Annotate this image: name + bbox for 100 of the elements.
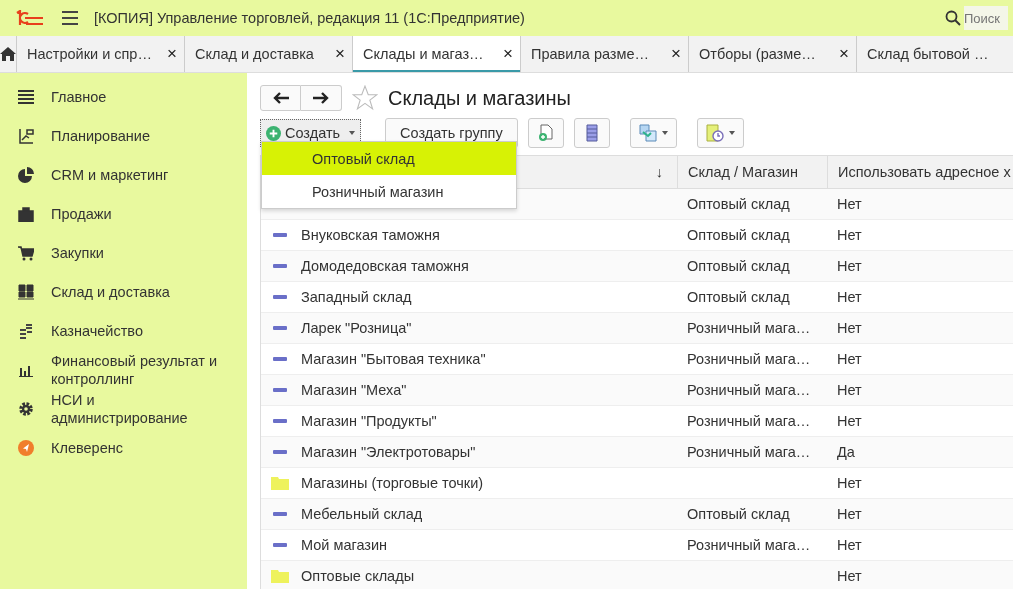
table-cell: Магазин "Электротовары"	[301, 444, 476, 460]
tab[interactable]: Отборы (разме… ×	[689, 36, 857, 72]
sidebar-item[interactable]: CRM и маркетинг	[0, 155, 247, 194]
table-cell: Магазин "Продукты"	[301, 413, 437, 429]
table-cell: Розничный мага…	[687, 537, 811, 553]
arrow-left-icon	[272, 92, 289, 104]
tab[interactable]: Настройки и спр… ×	[17, 36, 185, 72]
sidebar-item[interactable]: НСИ и администрирование	[0, 389, 247, 428]
sidebar-item[interactable]: Склад и доставка	[0, 272, 247, 311]
home-tab[interactable]	[0, 36, 17, 72]
item-icon	[271, 233, 289, 237]
caret-icon	[349, 131, 356, 135]
table-cell: Нет	[837, 413, 862, 429]
tab[interactable]: Правила разме… ×	[521, 36, 689, 72]
table-cell: Внуковская таможня	[301, 227, 440, 243]
grid-icon	[18, 283, 34, 300]
table-cell: Западный склад	[301, 289, 412, 305]
table-cell: Розничный мага…	[687, 413, 811, 429]
table-cell: Магазин "Бытовая техника"	[301, 351, 486, 367]
table-cell: Розничный мага…	[687, 320, 811, 336]
table-cell: Нет	[837, 227, 862, 243]
close-icon[interactable]: ×	[167, 44, 177, 64]
table-cell: Нет	[837, 382, 862, 398]
caret-icon	[728, 131, 735, 135]
table-cell: Нет	[837, 196, 862, 212]
close-icon[interactable]: ×	[503, 44, 513, 64]
folder-icon	[271, 569, 289, 583]
database-icon	[585, 124, 598, 142]
item-icon	[271, 388, 289, 392]
table-cell: Да	[837, 444, 855, 460]
table-cell: Нет	[837, 537, 862, 553]
table-cell: Оптовый склад	[687, 289, 790, 305]
menu-icon[interactable]	[62, 11, 78, 25]
sidebar-item[interactable]: Продажи	[0, 194, 247, 233]
forward-button[interactable]	[301, 85, 342, 111]
menu-item[interactable]: Оптовый склад	[262, 142, 516, 175]
item-icon	[271, 543, 289, 547]
document-plus-icon	[537, 124, 554, 142]
table-cell: Нет	[837, 320, 862, 336]
search-field[interactable]: Поиск	[964, 6, 1008, 30]
table-cell: Розничный мага…	[687, 382, 811, 398]
sidebar-item[interactable]: Финансовый результат и контроллинг	[0, 350, 247, 389]
table-cell: Мой магазин	[301, 537, 388, 553]
window-title: [КОПИЯ] Управление торговлей, редакция 11 (1С:Предприятие)	[94, 10, 526, 26]
item-icon	[271, 357, 289, 361]
table-cell: Нет	[837, 568, 862, 584]
copy-button[interactable]	[527, 118, 564, 148]
back-button[interactable]	[260, 85, 301, 111]
tab[interactable]: Склады и магаз… ×	[353, 36, 521, 72]
pie-chart-icon	[18, 166, 34, 183]
close-icon[interactable]: ×	[335, 44, 345, 64]
table-cell: Розничный мага…	[687, 351, 811, 367]
logo-icon	[14, 10, 44, 26]
table-cell: Оптовый склад	[687, 196, 790, 212]
table-cell: Нет	[837, 258, 862, 274]
transfer-button[interactable]	[629, 118, 677, 148]
close-icon[interactable]: ×	[839, 44, 849, 64]
item-icon	[271, 295, 289, 299]
item-icon	[271, 264, 289, 268]
menu-item[interactable]: Розничный магазин	[262, 175, 516, 208]
report-button[interactable]	[696, 118, 744, 148]
documents-arrow-icon	[638, 124, 657, 142]
column-header[interactable]: Склад / Магазин	[677, 156, 827, 188]
tab[interactable]: Склад бытовой …	[857, 36, 1013, 72]
table-cell: Оптовые склады	[301, 568, 415, 584]
arrow-circle-icon	[18, 439, 34, 456]
list-button[interactable]	[573, 118, 610, 148]
sidebar-item[interactable]: Закупки	[0, 233, 247, 272]
table-cell: Домодедовская таможня	[301, 258, 469, 274]
table-cell: Нет	[837, 351, 862, 367]
caret-icon	[661, 131, 668, 135]
sidebar-item[interactable]: Клеверенс	[0, 428, 247, 467]
settings-icon	[18, 400, 34, 417]
item-icon	[271, 326, 289, 330]
column-header[interactable]: Использовать адресное х	[827, 156, 1013, 188]
document-clock-icon	[705, 124, 724, 142]
chart-icon	[18, 127, 34, 144]
arrow-right-icon	[313, 92, 329, 104]
table-cell: Оптовый склад	[687, 258, 790, 274]
cart-icon	[18, 244, 34, 261]
home-icon	[0, 47, 16, 61]
table-cell: Нет	[837, 506, 862, 522]
sidebar-item[interactable]: Главное	[0, 77, 247, 116]
table-cell: Розничный мага…	[687, 444, 811, 460]
sidebar-item[interactable]: Планирование	[0, 116, 247, 155]
close-icon[interactable]: ×	[671, 44, 681, 64]
item-icon	[271, 512, 289, 516]
item-icon	[271, 419, 289, 423]
bag-icon	[18, 205, 34, 222]
table-cell: Оптовый склад	[687, 227, 790, 243]
table-cell: Магазины (торговые точки)	[301, 475, 484, 491]
table-cell: Нет	[837, 475, 862, 491]
sidebar-item[interactable]: Казначейство	[0, 311, 247, 350]
folder-icon	[271, 476, 289, 490]
page-title: Склады и магазины	[388, 86, 571, 110]
item-icon	[271, 450, 289, 454]
star-icon[interactable]	[352, 85, 378, 111]
search-icon[interactable]	[945, 10, 961, 26]
table-cell: Оптовый склад	[687, 506, 790, 522]
table-cell: Нет	[837, 289, 862, 305]
